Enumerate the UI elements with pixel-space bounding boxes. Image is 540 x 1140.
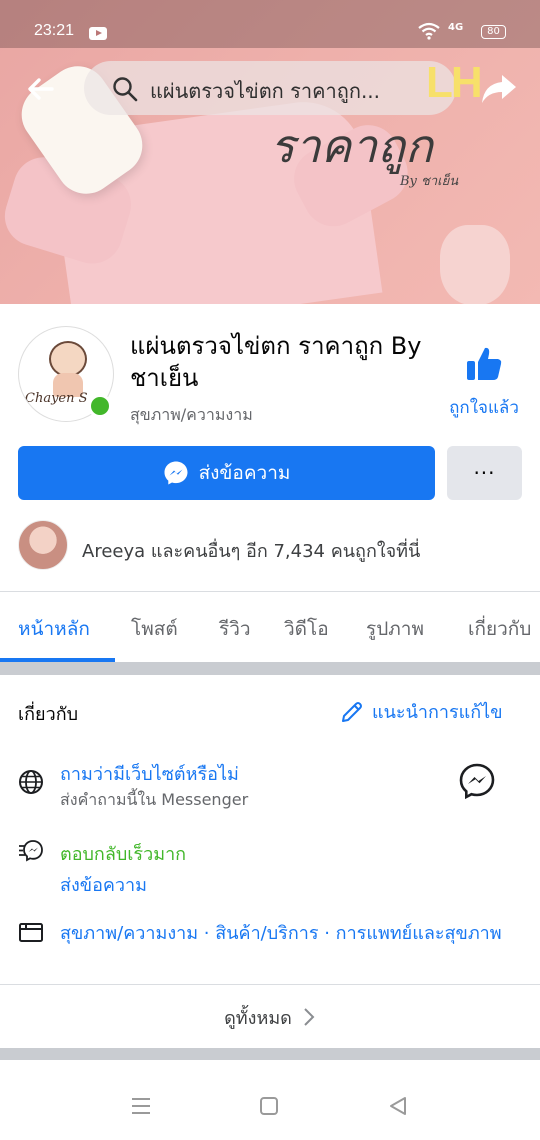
search-text: แผ่นตรวจไข่ตก ราคาถูก... <box>150 79 381 103</box>
thumbs-up-icon <box>467 347 502 380</box>
share-button[interactable] <box>480 72 518 106</box>
network-indicator: 4G <box>448 22 464 33</box>
page-title: แผ่นตรวจไข่ตก ราคาถูก By ชาเย็น <box>130 332 422 392</box>
cover-lh-logo: LH <box>426 58 483 107</box>
see-all-button[interactable]: ดูทั้งหมด <box>0 986 540 1048</box>
send-message-button[interactable]: ส่งข้อความ <box>18 446 435 500</box>
battery-indicator: 80 <box>481 25 506 39</box>
category-folder-icon <box>18 920 44 946</box>
likes-summary[interactable]: Areeya และคนอื่นๆ อีก 7,434 คนถูกใจที่นี… <box>82 536 420 565</box>
avatar-face-graphic <box>49 341 87 377</box>
more-options-button[interactable]: ··· <box>447 446 522 500</box>
menu-nav-button[interactable] <box>130 1096 152 1120</box>
avatar-signature: Chayen S <box>25 391 88 406</box>
back-nav-button[interactable] <box>388 1096 408 1120</box>
section-separator <box>0 662 540 675</box>
back-button[interactable] <box>24 72 58 106</box>
tab-home[interactable]: หน้าหลัก <box>18 614 90 644</box>
status-bar: 23:21 4G 80 <box>0 0 540 48</box>
back-arrow-icon <box>28 78 54 100</box>
liked-label: ถูกใจแล้ว <box>449 398 519 418</box>
hamburger-icon <box>132 1098 150 1114</box>
friend-avatar[interactable] <box>18 520 68 570</box>
send-message-link[interactable]: ส่งข้อความ <box>60 870 147 899</box>
pencil-icon <box>342 701 362 722</box>
ask-website-link[interactable]: ถามว่ามีเว็บไซต์หรือไม่ <box>60 759 239 788</box>
online-status-dot <box>88 394 112 418</box>
response-speed-text: ตอบกลับเร็วมาก <box>60 844 187 865</box>
tab-about[interactable]: เกี่ยวกับ <box>468 614 531 644</box>
see-all-label: ดูทั้งหมด <box>224 1007 292 1029</box>
chevron-right-icon <box>304 1008 315 1026</box>
category-links[interactable]: สุขภาพ/ความงาม · สินค้า/บริการ · การแพทย… <box>60 921 530 947</box>
page-tabs: หน้าหลัก โพสต์ รีวิว วิดีโอ รูปภาพ เกี่ย… <box>0 592 540 662</box>
section-separator <box>0 1048 540 1060</box>
suggest-edit-link[interactable]: แนะนำการแก้ไข <box>340 697 503 726</box>
messenger-icon <box>164 461 188 485</box>
status-time: 23:21 <box>34 22 75 39</box>
suggest-edit-label: แนะนำการแก้ไข <box>372 702 503 723</box>
search-bar[interactable]: แผ่นตรวจไข่ตก ราคาถูก... <box>84 61 456 115</box>
divider <box>0 984 540 985</box>
square-home-icon <box>260 1097 278 1115</box>
tab-videos[interactable]: วิดีโอ <box>284 614 329 644</box>
liked-button[interactable]: ถูกใจแล้ว <box>440 344 528 421</box>
triangle-back-icon <box>390 1097 406 1115</box>
messenger-circle-button[interactable] <box>458 762 496 800</box>
fast-response-icon <box>18 838 44 864</box>
cover-brand-by: By ชาเย็น <box>400 174 459 189</box>
tab-photos[interactable]: รูปภาพ <box>366 614 424 644</box>
tab-posts[interactable]: โพสต์ <box>131 614 178 644</box>
globe-icon <box>18 769 44 795</box>
wifi-icon <box>418 22 440 44</box>
youtube-icon <box>89 27 107 40</box>
tab-reviews[interactable]: รีวิว <box>219 614 251 644</box>
page-category[interactable]: สุขภาพ/ความงาม <box>130 403 253 428</box>
share-icon <box>482 75 516 103</box>
home-nav-button[interactable] <box>259 1096 279 1120</box>
search-icon <box>112 76 138 106</box>
about-section-title: เกี่ยวกับ <box>18 704 79 725</box>
cover-footprint-graphic <box>440 225 510 304</box>
send-message-label: ส่งข้อความ <box>198 462 291 484</box>
messenger-outline-icon <box>459 763 495 800</box>
ask-website-subtitle: ส่งคำถามนี้ใน Messenger <box>60 790 249 809</box>
